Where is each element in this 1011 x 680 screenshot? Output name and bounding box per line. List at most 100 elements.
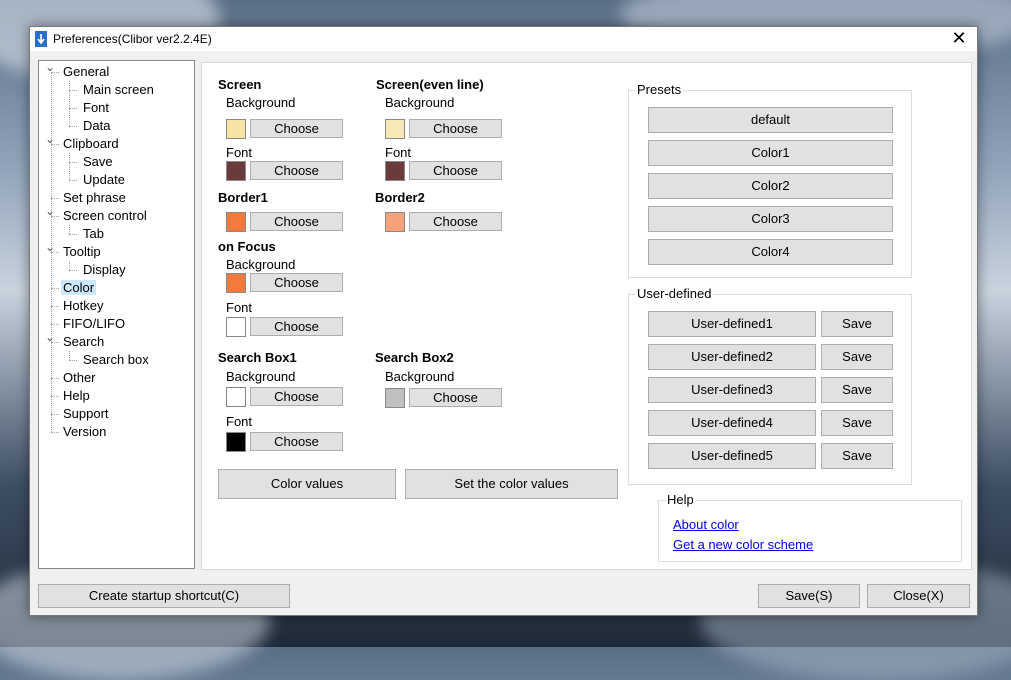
tree-item-update[interactable]: Update [81,171,127,189]
expand-chevron-icon[interactable]: ⌄ [45,204,55,218]
tree-item-label: Hotkey [63,298,104,313]
tree-branch-line [51,378,59,379]
tree-item-search[interactable]: Search [61,333,106,351]
border2-section-title: Border2 [375,190,425,205]
color-values-button[interactable]: Color values [218,469,396,499]
tree-item-label: Update [83,172,125,187]
screen-even-section-title: Screen(even line) [376,77,484,92]
tree-item-color[interactable]: Color [61,279,97,297]
expand-chevron-icon[interactable]: ⌄ [45,330,55,344]
tree-item-label: Clipboard [63,136,119,151]
user-defined5-save-button[interactable]: Save [821,443,893,469]
tree-item-font[interactable]: Font [81,99,111,117]
tree-item-hotkey[interactable]: Hotkey [61,297,105,315]
expand-chevron-icon[interactable]: ⌄ [45,60,55,74]
tree-item-help[interactable]: Help [61,387,92,405]
tree-branch-line [69,360,77,361]
search-box1-background-choose-button[interactable]: Choose [250,387,343,406]
user-defined2-button[interactable]: User-defined2 [648,344,816,370]
screen-even-background-swatch [385,119,405,139]
tree-item-main-screen[interactable]: Main screen [81,81,156,99]
close-button[interactable]: Close(X) [867,584,970,608]
search-box2-background-choose-button[interactable]: Choose [409,388,502,407]
settings-tree: ⌄ General Main screen Font Data ⌄ Clipboard Sav… [38,60,195,569]
border1-section-title: Border1 [218,190,268,205]
preset-color1-button[interactable]: Color1 [648,140,893,166]
border2-choose-button[interactable]: Choose [409,212,502,231]
screen-font-choose-button[interactable]: Choose [250,161,343,180]
tree-branch-line [51,288,59,289]
tree-item-clipboard[interactable]: Clipboard [61,135,121,153]
preset-color3-button[interactable]: Color3 [648,206,893,232]
preset-color2-button[interactable]: Color2 [648,173,893,199]
user-defined3-save-button[interactable]: Save [821,377,893,403]
screen-even-background-choose-button[interactable]: Choose [409,119,502,138]
search-box2-background-swatch [385,388,405,408]
tree-item-label: FIFO/LIFO [63,316,126,331]
border1-swatch [226,212,246,232]
expand-chevron-icon[interactable]: ⌄ [45,240,55,254]
close-window-icon[interactable]: ✕ [941,27,977,51]
screen-section-title: Screen [218,77,262,92]
tree-branch-line [69,126,77,127]
screen-even-font-label: Font [385,145,412,160]
user-defined1-save-button[interactable]: Save [821,311,893,337]
tree-item-save[interactable]: Save [81,153,115,171]
on-focus-background-swatch [226,273,246,293]
search-box1-font-choose-button[interactable]: Choose [250,432,343,451]
tree-item-version[interactable]: Version [61,423,108,441]
tree-item-tab[interactable]: Tab [81,225,106,243]
preferences-window: Preferences(Clibor ver2.2.4E) ✕ ⌄ General… [29,26,978,616]
on-focus-background-label: Background [226,257,296,272]
tree-branch-line [69,108,77,109]
tree-branch-line [51,324,59,325]
tree-item-label: Support [63,406,109,421]
search-box1-section-title: Search Box1 [218,350,297,365]
tree-item-search-box[interactable]: Search box [81,351,151,369]
tree-connector-line [69,261,70,270]
tree-branch-line [69,180,77,181]
tree-item-label: Color [61,280,97,295]
screen-background-choose-button[interactable]: Choose [250,119,343,138]
tree-item-label: Search [63,334,105,349]
expand-chevron-icon[interactable]: ⌄ [45,132,55,146]
user-defined4-save-button[interactable]: Save [821,410,893,436]
tree-item-general[interactable]: General [61,63,111,81]
tree-branch-line [51,396,59,397]
on-focus-font-choose-button[interactable]: Choose [250,317,343,336]
clibor-app-icon [35,31,47,47]
get-color-scheme-link[interactable]: Get a new color scheme [673,537,813,552]
tree-item-display[interactable]: Display [81,261,128,279]
preset-color4-button[interactable]: Color4 [648,239,893,265]
border1-choose-button[interactable]: Choose [250,212,343,231]
tree-item-label: Help [63,388,90,403]
user-defined1-button[interactable]: User-defined1 [648,311,816,337]
presets-group-title: Presets [635,82,684,97]
screen-even-font-choose-button[interactable]: Choose [409,161,502,180]
search-box1-font-label: Font [226,414,253,429]
user-defined2-save-button[interactable]: Save [821,344,893,370]
tree-item-data[interactable]: Data [81,117,112,135]
screen-background-label: Background [226,95,296,110]
preset-default-button[interactable]: default [648,107,893,133]
search-box1-font-swatch [226,432,246,452]
tree-item-tooltip[interactable]: Tooltip [61,243,103,261]
tree-item-label: Font [83,100,110,115]
user-defined3-button[interactable]: User-defined3 [648,377,816,403]
tree-item-set-phrase[interactable]: Set phrase [61,189,128,207]
user-defined5-button[interactable]: User-defined5 [648,443,816,469]
tree-connector-line [69,81,70,126]
user-defined4-button[interactable]: User-defined4 [648,410,816,436]
tree-branch-line [51,414,59,415]
tree-item-fifo-lifo[interactable]: FIFO/LIFO [61,315,127,333]
set-color-values-button[interactable]: Set the color values [405,469,618,499]
save-button[interactable]: Save(S) [758,584,860,608]
create-startup-shortcut-button[interactable]: Create startup shortcut(C) [38,584,290,608]
tree-item-other[interactable]: Other [61,369,98,387]
on-focus-section-title: on Focus [218,239,276,254]
on-focus-background-choose-button[interactable]: Choose [250,273,343,292]
about-color-link[interactable]: About color [673,517,739,532]
tree-item-support[interactable]: Support [61,405,111,423]
search-box1-background-swatch [226,387,246,407]
tree-item-screen-control[interactable]: Screen control [61,207,149,225]
